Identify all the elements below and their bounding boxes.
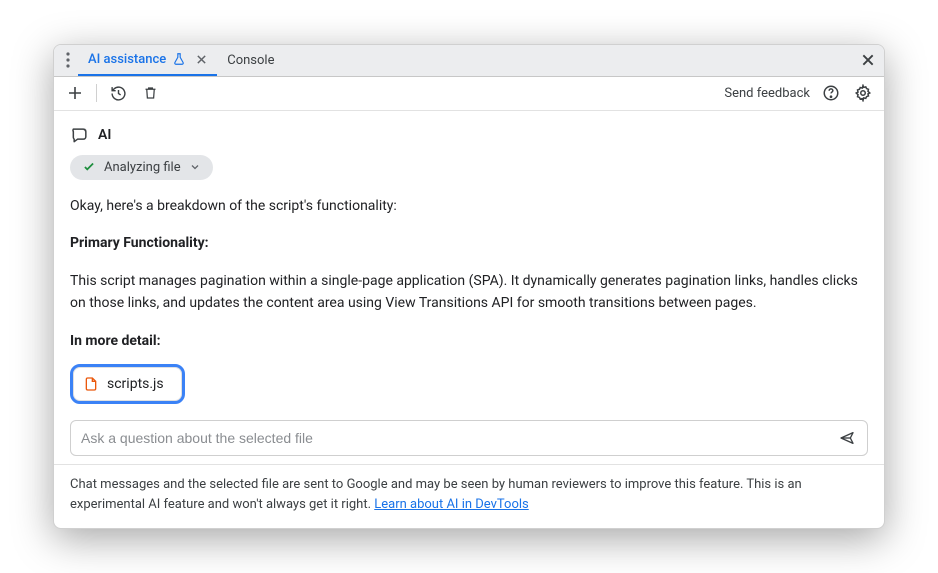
response-paragraph-1: This script manages pagination within a … (70, 271, 868, 314)
file-icon (83, 375, 99, 393)
history-button[interactable] (107, 82, 129, 104)
chip-label: Analyzing file (104, 160, 181, 175)
flask-icon (172, 52, 186, 66)
response-heading-1: Primary Functionality: (70, 233, 868, 255)
ai-header: AI (70, 125, 868, 145)
tab-label: AI assistance (88, 52, 166, 67)
send-button[interactable] (837, 430, 857, 446)
help-icon (822, 84, 840, 102)
tab-ai-assistance[interactable]: AI assistance (78, 45, 217, 76)
disclaimer-footer: Chat messages and the selected file are … (54, 464, 884, 528)
kebab-icon (66, 52, 70, 68)
devtools-panel: AI assistance Console (53, 44, 885, 529)
chat-content: AI Analyzing file Okay, here's a breakdo… (54, 111, 884, 414)
ai-label: AI (98, 127, 111, 143)
sparkle-chat-icon (70, 125, 90, 145)
close-panel-button[interactable] (852, 53, 884, 67)
more-menu-button[interactable] (58, 52, 78, 68)
new-chat-button[interactable] (64, 82, 86, 104)
gear-icon (854, 84, 872, 102)
analyzing-chip[interactable]: Analyzing file (70, 155, 213, 180)
response-heading-2: In more detail: (70, 331, 868, 353)
close-icon (861, 53, 875, 67)
learn-more-link[interactable]: Learn about AI in DevTools (374, 497, 528, 512)
trash-icon (143, 85, 158, 101)
help-button[interactable] (820, 82, 842, 104)
plus-icon (67, 85, 83, 101)
divider (96, 84, 97, 102)
file-name: scripts.js (107, 376, 164, 392)
close-tab-button[interactable] (196, 54, 207, 65)
response-intro: Okay, here's a breakdown of the script's… (70, 196, 868, 218)
chat-input-row (70, 420, 868, 456)
selected-file-chip[interactable]: scripts.js (70, 364, 185, 404)
send-icon (837, 430, 857, 446)
delete-button[interactable] (139, 82, 161, 104)
history-icon (110, 85, 127, 102)
chat-input[interactable] (81, 430, 837, 446)
send-feedback-link[interactable]: Send feedback (724, 86, 810, 101)
settings-button[interactable] (852, 82, 874, 104)
tab-bar: AI assistance Console (54, 45, 884, 77)
tab-console[interactable]: Console (217, 45, 284, 76)
check-icon (82, 160, 96, 174)
toolbar: Send feedback (54, 77, 884, 111)
tab-label: Console (227, 53, 274, 68)
chevron-down-icon (189, 161, 201, 173)
